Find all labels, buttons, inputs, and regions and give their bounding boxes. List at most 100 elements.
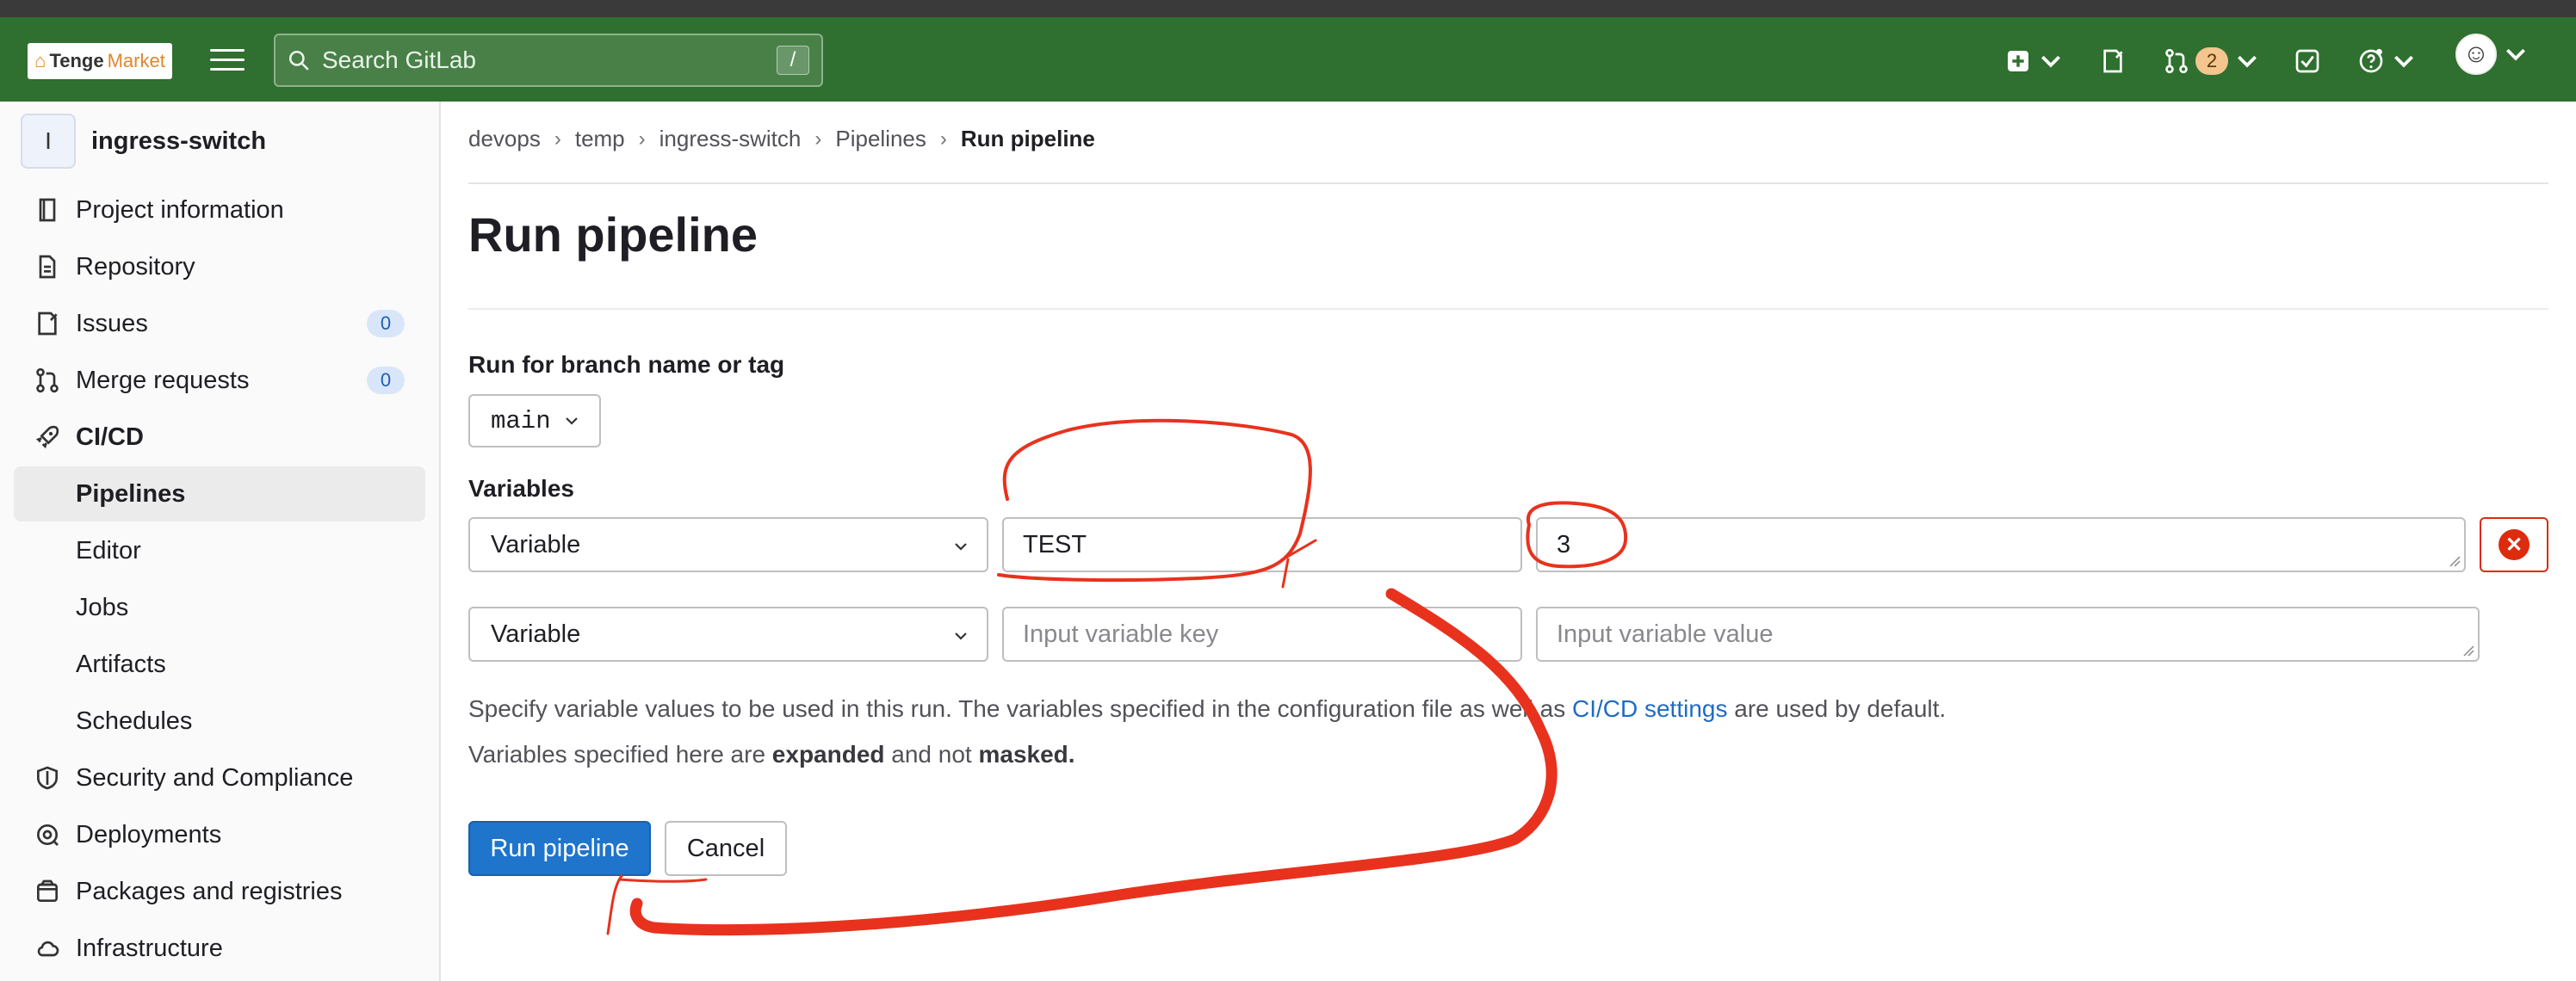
- logo-text-primary: Tenge: [49, 50, 104, 71]
- merge-request-icon: [31, 364, 64, 397]
- chevron-down-icon: [955, 543, 967, 551]
- sidebar-item-security-compliance[interactable]: Security and Compliance: [14, 750, 425, 805]
- chevron-down-icon: [2238, 55, 2257, 68]
- resize-handle-icon[interactable]: [2449, 555, 2461, 567]
- run-pipeline-button[interactable]: Run pipeline: [468, 821, 651, 876]
- create-new-button[interactable]: [2004, 46, 2065, 76]
- sidebar-item-artifacts[interactable]: Artifacts: [14, 637, 425, 692]
- sidebar-item-label: Security and Compliance: [76, 763, 354, 792]
- merge-requests-button[interactable]: 2: [2163, 46, 2261, 76]
- help-text: Variables specified here are: [468, 741, 772, 768]
- sidebar-item-label: Jobs: [76, 593, 129, 621]
- branch-dropdown[interactable]: main: [468, 394, 601, 447]
- project-avatar: I: [21, 114, 76, 169]
- plus-square-icon: [2008, 51, 2028, 71]
- help-text-line-1: Specify variable values to be used in th…: [468, 695, 1946, 723]
- sidebar-item-packages-registries[interactable]: Packages and registries: [14, 864, 425, 919]
- divider: [468, 308, 2548, 310]
- sidebar-item-label: Merge requests: [76, 366, 250, 394]
- sidebar-item-merge-requests[interactable]: Merge requests 0: [14, 353, 425, 408]
- merge-request-icon: [2165, 48, 2188, 74]
- breadcrumb-item-current[interactable]: Run pipeline: [961, 126, 1095, 152]
- variable-key-input[interactable]: Input variable key: [1002, 607, 1522, 662]
- help-text: as well as: [1452, 695, 1572, 722]
- project-name: ingress-switch: [91, 126, 267, 155]
- cicd-settings-link[interactable]: CI/CD settings: [1572, 695, 1728, 722]
- sidebar-item-label: Issues: [76, 309, 148, 337]
- chevron-right-icon: ›: [554, 126, 561, 151]
- variables-label: Variables: [468, 475, 574, 502]
- sidebar-item-deployments[interactable]: Deployments: [14, 807, 425, 862]
- todo-checkbox-icon: [2295, 49, 2319, 73]
- sidebar-item-label: Project information: [76, 195, 284, 224]
- breadcrumb-item-project[interactable]: ingress-switch: [659, 126, 802, 152]
- sidebar-item-repository[interactable]: Repository: [14, 239, 425, 294]
- sidebar-item-label: Artifacts: [76, 650, 166, 678]
- page-title: Run pipeline: [468, 207, 758, 262]
- help-text: and not: [884, 741, 979, 768]
- brand-logo-icon: ⌂: [34, 50, 46, 71]
- top-bar: ⌂ Tenge Market Search GitLab / 2 ☺: [0, 17, 2576, 102]
- divider: [468, 182, 2548, 184]
- rocket-icon: [31, 421, 64, 453]
- variable-key-value: TEST: [1023, 530, 1087, 558]
- sidebar-item-issues[interactable]: Issues 0: [14, 296, 425, 351]
- variable-value-input[interactable]: Input variable value: [1536, 607, 2480, 662]
- avatar: ☺: [2455, 34, 2497, 75]
- issues-button[interactable]: [2099, 46, 2127, 76]
- search-shortcut-key: /: [777, 46, 809, 75]
- help-button[interactable]: [2357, 46, 2418, 76]
- cancel-button[interactable]: Cancel: [665, 821, 787, 876]
- sidebar-item-label: Packages and registries: [76, 877, 343, 905]
- breadcrumb-item-temp[interactable]: temp: [575, 126, 625, 152]
- breadcrumb-item-pipelines[interactable]: Pipelines: [835, 126, 926, 152]
- help-text-bold: masked.: [978, 741, 1075, 768]
- search-icon: [288, 50, 309, 71]
- user-menu-button[interactable]: ☺: [2455, 34, 2530, 75]
- brand-logo[interactable]: ⌂ Tenge Market: [28, 43, 172, 79]
- sidebar-item-label: Infrastructure: [76, 934, 223, 962]
- remove-variable-button[interactable]: ✕: [2480, 517, 2548, 572]
- merge-requests-count-badge: 2: [2195, 47, 2228, 75]
- logo-text-secondary: Market: [107, 50, 165, 71]
- search-placeholder: Search GitLab: [322, 46, 476, 73]
- info-book-icon: [31, 194, 64, 226]
- chevron-right-icon: ›: [814, 126, 822, 151]
- chevron-down-icon: [955, 632, 967, 640]
- sidebar-item-jobs[interactable]: Jobs: [14, 580, 425, 635]
- package-icon: [31, 875, 64, 908]
- todos-button[interactable]: [2294, 46, 2321, 76]
- sidebar-item-label: Schedules: [76, 706, 193, 735]
- sidebar-item-project-information[interactable]: Project information: [14, 182, 425, 238]
- variable-value-placeholder: Input variable value: [1557, 620, 1774, 648]
- help-icon: [2359, 48, 2383, 73]
- variable-type-select[interactable]: Variable: [468, 607, 988, 662]
- sidebar-item-pipelines[interactable]: Pipelines: [14, 466, 425, 521]
- variable-value-input[interactable]: 3: [1536, 517, 2466, 572]
- issues-icon: [31, 307, 64, 340]
- close-icon: ✕: [2499, 529, 2530, 560]
- variable-type-value: Variable: [491, 620, 581, 648]
- resize-handle-icon[interactable]: [2462, 645, 2474, 657]
- variable-key-input[interactable]: TEST: [1002, 517, 1522, 572]
- help-text-line-2: Variables specified here are expanded an…: [468, 741, 1075, 768]
- search-input[interactable]: Search GitLab /: [274, 34, 823, 87]
- chevron-right-icon: ›: [638, 126, 646, 151]
- breadcrumb: devops › temp › ingress-switch › Pipelines ›…: [468, 126, 1095, 152]
- sidebar-item-schedules[interactable]: Schedules: [14, 694, 425, 749]
- breadcrumb-item-devops[interactable]: devops: [468, 126, 541, 152]
- chevron-down-icon: [2041, 55, 2060, 68]
- menu-icon[interactable]: [210, 49, 245, 75]
- variable-value-text: 3: [1557, 530, 1571, 558]
- branch-value: main: [491, 406, 551, 435]
- sidebar-project-header[interactable]: I ingress-switch: [21, 114, 266, 169]
- variable-type-select[interactable]: Variable: [468, 517, 988, 572]
- help-text: are used by default.: [1727, 695, 1947, 722]
- merge-requests-count-badge: 0: [367, 367, 405, 394]
- sidebar-item-cicd[interactable]: CI/CD: [14, 410, 425, 465]
- shield-icon: [31, 762, 64, 794]
- sidebar-item-label: Pipelines: [76, 479, 186, 508]
- sidebar-item-infrastructure[interactable]: Infrastructure: [14, 921, 425, 976]
- deployments-icon: [31, 818, 64, 851]
- sidebar-item-editor[interactable]: Editor: [14, 523, 425, 578]
